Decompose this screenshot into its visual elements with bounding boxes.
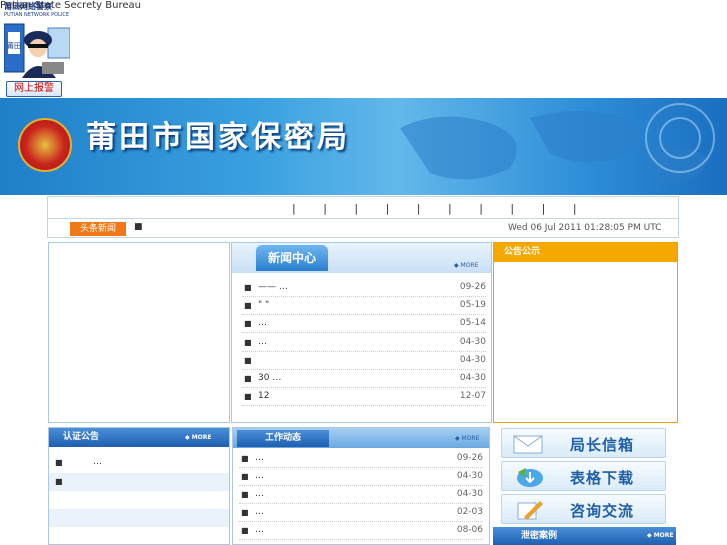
police-officer-icon: 莆田 <box>4 23 70 78</box>
table-row[interactable]: ■ 04-30 <box>242 352 486 370</box>
row-title[interactable]: " " <box>258 300 269 310</box>
bureau-title-en: Putian State Secrety Bureau <box>0 0 141 11</box>
table-row[interactable]: ■… 09-26 <box>239 450 483 468</box>
download-icon <box>517 468 543 487</box>
notice-panel: 公告公示 <box>493 242 678 423</box>
consult-button[interactable]: 咨询交流 <box>501 494 666 524</box>
table-row[interactable]: ■ 30 … 04-30 <box>242 370 486 388</box>
row-date: 04-30 <box>459 354 486 365</box>
news-more-link[interactable]: ◆ MORE <box>454 262 478 269</box>
table-row[interactable]: ■ 12 12-07 <box>242 388 486 407</box>
director-mailbox-button[interactable]: 局长信箱 <box>501 428 666 458</box>
row-date: 04-30 <box>459 373 486 383</box>
table-row[interactable]: ■ " " 05-19 <box>242 297 486 316</box>
row-title[interactable]: … <box>255 471 264 481</box>
row-title[interactable]: 12 <box>258 391 269 401</box>
table-row[interactable]: ■… 04-30 <box>239 468 483 486</box>
row-date: 08-06 <box>456 525 483 535</box>
row-title[interactable]: —— … <box>258 282 288 292</box>
image-news-panel <box>48 242 230 423</box>
police-badge-text: 莆田 <box>7 41 21 50</box>
row-title[interactable]: … <box>255 525 264 535</box>
leak-more-link[interactable]: ◆ MORE <box>647 527 674 545</box>
consult-label: 咨询交流 <box>570 502 635 520</box>
director-mailbox-label: 局长信箱 <box>570 436 635 454</box>
list-item[interactable]: ■… <box>49 454 229 472</box>
table-row[interactable]: ■ —— … 09-26 <box>242 279 486 297</box>
main-nav: | | | | | | | | | | <box>47 196 679 218</box>
bureau-title-cn: 莆田市国家保密局 <box>86 120 350 155</box>
world-map-icon <box>400 103 715 186</box>
online-report-button[interactable]: 网上报警 <box>6 81 62 97</box>
row-date: 04-30 <box>456 489 483 499</box>
row-title[interactable]: … <box>255 453 264 463</box>
cert-more-link[interactable]: ◆ MORE <box>185 428 212 447</box>
news-center-title: 新闻中心 <box>256 245 328 271</box>
table-row[interactable]: ■… 08-06 <box>239 522 483 540</box>
list-item[interactable]: ■ <box>49 473 229 491</box>
row-title[interactable]: … <box>255 507 264 517</box>
row-date: 04-30 <box>459 336 486 347</box>
leak-cases-header: 泄密案例 ◆ MORE <box>493 527 676 545</box>
row-date: 05-14 <box>459 318 486 329</box>
envelope-icon <box>513 435 543 454</box>
headline-tag: 头条新闻 <box>70 222 126 236</box>
work-more-link[interactable]: ◆ MORE <box>455 435 479 442</box>
row-title[interactable]: … <box>258 318 267 328</box>
row-date: 05-19 <box>459 300 486 311</box>
nav-separators: | | | | | | | | | | <box>292 202 589 215</box>
certification-title: 认证公告 <box>63 432 100 442</box>
row-date: 04-30 <box>456 471 483 481</box>
pencil-icon <box>517 501 543 520</box>
row-title[interactable]: … <box>255 489 264 499</box>
table-row[interactable]: ■… 04-30 <box>242 334 486 352</box>
list-item-empty <box>49 509 229 527</box>
row-date: 02-03 <box>456 507 483 517</box>
current-datetime: Wed 06 Jul 2011 01:28:05 PM UTC <box>508 223 662 233</box>
work-news-title: 工作动态 <box>237 430 329 447</box>
row-title[interactable]: … <box>258 337 267 347</box>
national-emblem-icon <box>18 118 72 172</box>
row-date: 09-26 <box>459 282 486 292</box>
news-center-panel: 新闻中心 ◆ MORE ■ —— … 09-26 ■ " " 05-19 ■… 05-14 ■…… <box>231 242 492 423</box>
table-row[interactable]: ■… 02-03 <box>239 504 483 522</box>
certification-panel: 认证公告 ◆ MORE ■… ■ <box>48 427 230 545</box>
network-police-badge[interactable]: 莆田网络警察 PUTIAN NETWORK POLICE 莆田 网上报警 <box>0 0 73 98</box>
table-row[interactable]: ■… 04-30 <box>239 486 483 504</box>
row-date: 12-07 <box>459 391 486 402</box>
form-download-label: 表格下载 <box>570 469 635 487</box>
work-news-panel: 工作动态 ◆ MORE ■… 09-26 ■… 04-30 ■… 04-30 ■… 02-03… <box>232 427 490 545</box>
certification-header: 认证公告 ◆ MORE <box>49 428 229 447</box>
headline-ticker: 头条新闻 ■ Wed 06 Jul 2011 01:28:05 PM UTC <box>47 218 679 238</box>
row-date: 09-26 <box>456 453 483 463</box>
row-title[interactable]: 30 … <box>258 373 281 383</box>
site-banner: 莆田市国家保密局 <box>0 98 727 195</box>
notice-title: 公告公示 <box>494 243 677 262</box>
leak-cases-title: 泄密案例 <box>521 531 558 541</box>
table-row[interactable]: ■… 05-14 <box>242 315 486 334</box>
headline-bullet[interactable]: ■ <box>134 222 143 232</box>
work-news-header: 工作动态 ◆ MORE <box>233 428 489 448</box>
form-download-button[interactable]: 表格下载 <box>501 461 666 491</box>
news-center-header: 新闻中心 ◆ MORE <box>232 243 491 273</box>
